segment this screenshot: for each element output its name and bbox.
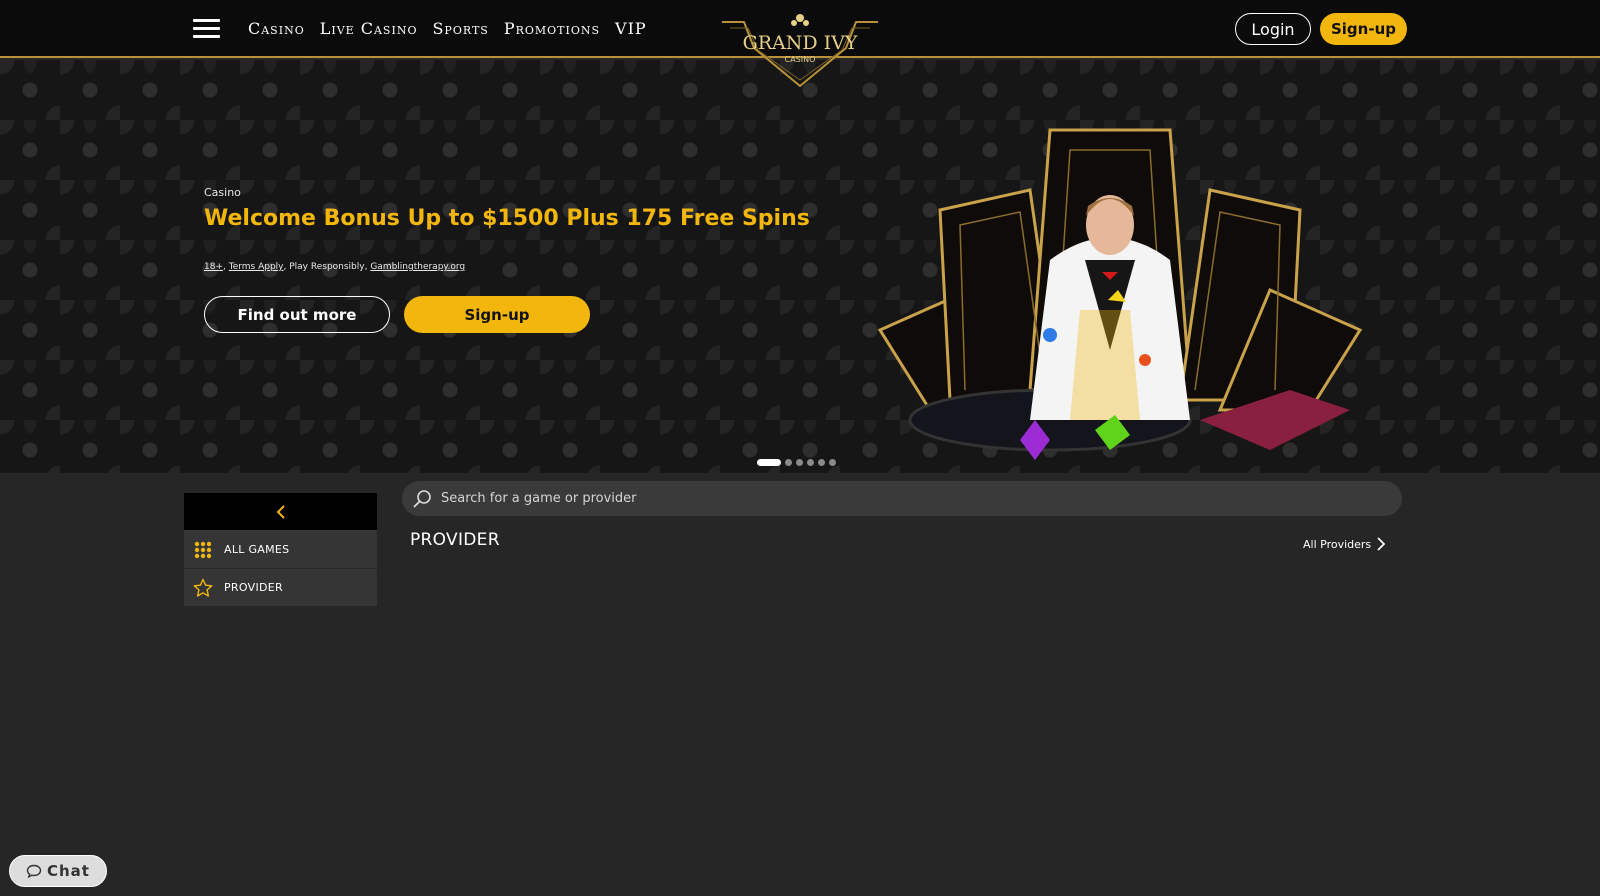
carousel-dot[interactable] bbox=[757, 459, 781, 466]
hero-legal-text: 18+, Terms Apply, Play Responsibly, Gamb… bbox=[204, 262, 466, 272]
chevron-left-icon bbox=[276, 504, 285, 519]
terms-link[interactable]: Terms Apply bbox=[229, 262, 284, 272]
carousel-dot[interactable] bbox=[796, 459, 803, 466]
sidebar-item-label: ALL GAMES bbox=[224, 543, 290, 556]
all-providers-label: All Providers bbox=[1303, 537, 1372, 551]
carousel-dot[interactable] bbox=[829, 459, 836, 466]
search-icon bbox=[413, 489, 431, 508]
find-out-more-button[interactable]: Find out more bbox=[204, 296, 390, 333]
menu-icon[interactable] bbox=[193, 19, 220, 39]
carousel-dots bbox=[757, 459, 836, 466]
sidebar-item-all-games[interactable]: ALL GAMES bbox=[184, 531, 377, 569]
chat-label: Chat bbox=[47, 862, 90, 880]
login-button[interactable]: Login bbox=[1235, 13, 1311, 45]
signup-button[interactable]: Sign-up bbox=[1320, 13, 1407, 45]
sidebar-item-provider[interactable]: PROVIDER bbox=[184, 569, 377, 607]
hero-title: Welcome Bonus Up to $1500 Plus 175 Free … bbox=[204, 206, 810, 231]
legal-mid-text: , Play Responsibly, bbox=[283, 262, 371, 272]
carousel-dot[interactable] bbox=[818, 459, 825, 466]
carousel-dot[interactable] bbox=[807, 459, 814, 466]
sidebar-item-label: PROVIDER bbox=[224, 581, 283, 594]
game-search-bar[interactable] bbox=[402, 481, 1402, 516]
search-input[interactable] bbox=[441, 491, 1341, 506]
chevron-right-icon bbox=[1377, 537, 1386, 551]
section-title: PROVIDER bbox=[410, 530, 500, 550]
nav-casino[interactable]: Casino bbox=[248, 19, 305, 38]
chat-bubble-icon bbox=[26, 864, 42, 878]
logo-text: GRAND IVY bbox=[743, 32, 858, 54]
all-providers-link[interactable]: All Providers bbox=[1303, 537, 1386, 551]
main-nav: Casino Live Casino Sports Promotions VIP bbox=[248, 19, 647, 38]
carousel-dot[interactable] bbox=[785, 459, 792, 466]
top-navigation-bar: Casino Live Casino Sports Promotions VIP… bbox=[0, 0, 1600, 88]
grid-icon bbox=[193, 540, 213, 560]
nav-vip[interactable]: VIP bbox=[615, 19, 647, 38]
logo-subtext: CASINO bbox=[785, 55, 816, 64]
nav-sports[interactable]: Sports bbox=[432, 19, 488, 38]
hero-signup-button[interactable]: Sign-up bbox=[404, 296, 590, 333]
chat-button[interactable]: Chat bbox=[9, 855, 107, 887]
games-sidebar: ALL GAMES PROVIDER bbox=[184, 493, 377, 607]
age-link[interactable]: 18+ bbox=[204, 262, 223, 272]
hero-category: Casino bbox=[204, 186, 241, 199]
gamblingtherapy-link[interactable]: Gamblingtherapy.org bbox=[370, 262, 465, 272]
nav-live-casino[interactable]: Live Casino bbox=[320, 19, 418, 38]
nav-promotions[interactable]: Promotions bbox=[504, 19, 600, 38]
star-icon bbox=[193, 578, 213, 598]
hero-banner: Casino Welcome Bonus Up to $1500 Plus 17… bbox=[0, 60, 1600, 473]
dealer-illustration bbox=[877, 128, 1363, 460]
grand-ivy-logo[interactable]: GRAND IVY CASINO bbox=[718, 8, 882, 90]
sidebar-collapse-button[interactable] bbox=[184, 493, 377, 531]
